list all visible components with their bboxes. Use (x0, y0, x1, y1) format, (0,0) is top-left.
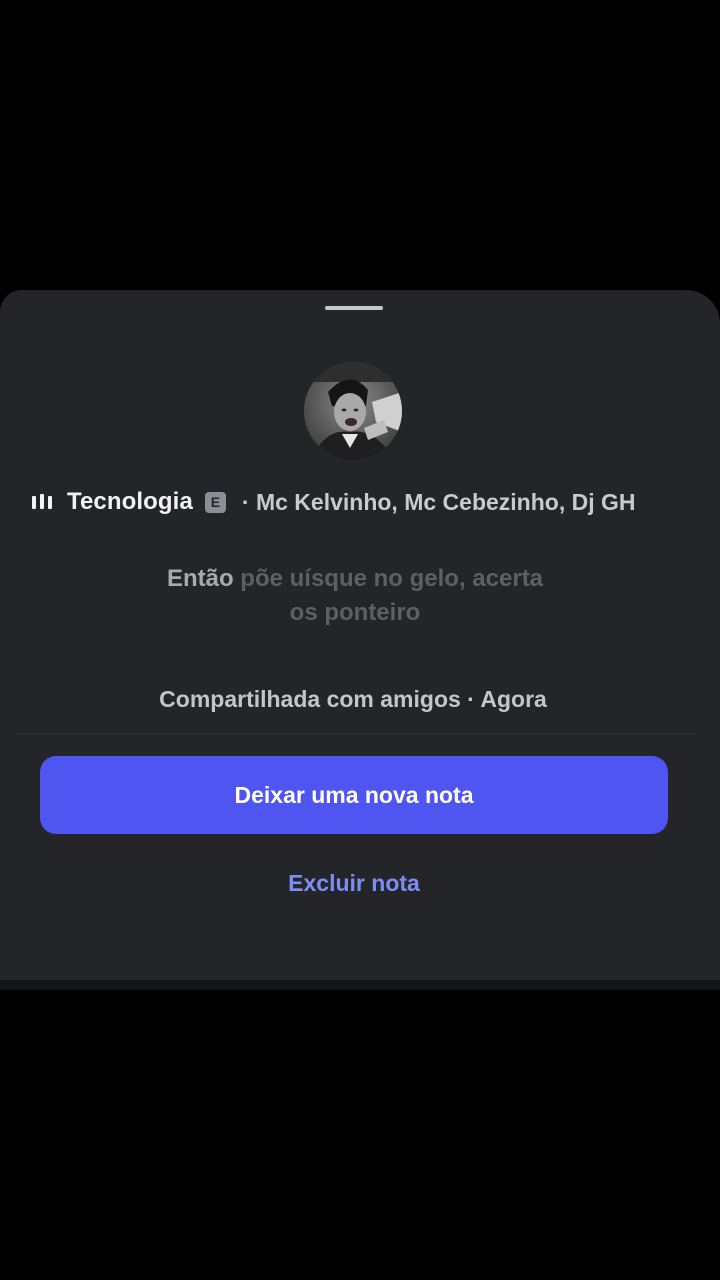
lyric-active-word: Então (166, 565, 234, 592)
explicit-badge: E (204, 491, 226, 513)
lyric-line-1: põe uísque no gelo, acerta (240, 565, 544, 592)
share-status: Compartilhada com amigos · Agora (159, 686, 547, 712)
song-title: Tecnologia (67, 488, 193, 515)
divider (16, 733, 696, 734)
delete-note-button[interactable]: Excluir nota (0, 870, 708, 897)
new-note-button[interactable]: Deixar uma nova nota (40, 756, 668, 834)
lyric-line-2: os ponteiro (289, 599, 421, 626)
bottom-sheet: Tecnologia E · Mc Kelvinho, Mc Cebezinho… (0, 290, 720, 980)
sheet-bottom-edge (0, 980, 720, 990)
lyric-text: Então põe uísque no gelo, acerta os pont… (120, 562, 590, 630)
drag-handle[interactable] (325, 306, 383, 310)
audio-bars-icon (31, 493, 53, 511)
avatar (304, 362, 402, 460)
song-info[interactable]: Tecnologia E · Mc Kelvinho, Mc Cebezinho… (0, 484, 720, 520)
song-artists: · Mc Kelvinho, Mc Cebezinho, Dj GH (241, 488, 636, 515)
screen: Tecnologia E · Mc Kelvinho, Mc Cebezinho… (0, 0, 720, 1280)
